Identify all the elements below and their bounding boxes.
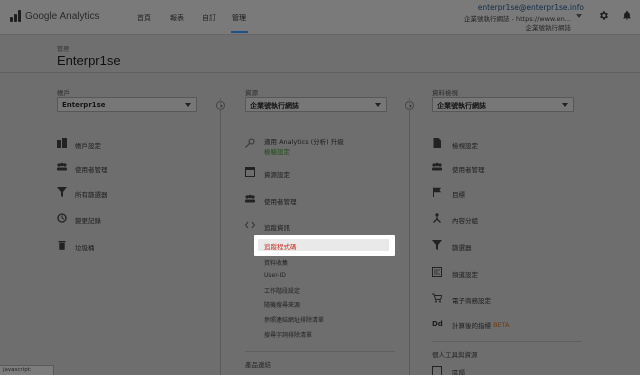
code-icon — [245, 221, 255, 229]
key-icon — [245, 138, 255, 148]
account-select[interactable]: Enterpr1se — [57, 97, 197, 112]
personal-tools-heading: 個人工具與資源 — [432, 351, 478, 359]
product-linking-heading: 產品連結 — [245, 361, 271, 369]
property-settings-icon — [245, 167, 255, 177]
gear-icon[interactable] — [598, 10, 609, 21]
tracking-code-link[interactable]: 追蹤程式碼 — [264, 241, 297, 251]
column-divider — [409, 98, 410, 375]
user-id-link[interactable]: User-ID — [264, 272, 286, 279]
google-analytics-logo[interactable]: Google Analytics — [10, 10, 100, 22]
breadcrumb: 管理 — [57, 46, 70, 53]
account-settings-link[interactable]: 帳戶設定 — [75, 140, 101, 150]
account-select-value: Enterpr1se — [62, 101, 106, 109]
section-divider — [432, 341, 582, 342]
chevron-down-icon — [562, 103, 568, 107]
calculated-metrics-label: 計算後的指標 — [452, 322, 491, 330]
view-column-heading: 資料檢視 — [432, 89, 458, 97]
calculated-metrics-link[interactable]: 計算後的指標 BETA — [452, 320, 510, 330]
property-column-heading: 資源 — [245, 89, 258, 97]
nav-reports[interactable]: 報表 — [170, 13, 184, 23]
segments-link[interactable]: 區隔 — [452, 367, 465, 375]
property-select-value: 企業號執行網誌 — [250, 102, 299, 110]
calculated-metrics-icon: Dd — [432, 320, 443, 328]
view-user-management-link[interactable]: 使用者管理 — [452, 164, 485, 174]
verify-setup-link[interactable]: 檢驗設定 — [264, 146, 290, 156]
document-icon — [433, 138, 441, 148]
column-divider — [220, 98, 221, 375]
analytics-bars-icon — [10, 10, 21, 22]
ecommerce-settings-link[interactable]: 電子商務設定 — [452, 295, 491, 305]
all-filters-link[interactable]: 所有篩選器 — [75, 189, 108, 199]
property-select[interactable]: 企業號執行網誌 — [245, 97, 387, 112]
chevron-down-icon — [185, 103, 191, 107]
flag-icon — [433, 187, 441, 197]
shopping-cart-icon — [432, 293, 442, 303]
trash-link[interactable]: 垃圾桶 — [75, 242, 95, 252]
filter-icon — [432, 240, 442, 250]
section-divider — [245, 351, 395, 352]
content-grouping-icon — [433, 213, 441, 223]
bell-icon[interactable] — [622, 10, 632, 21]
nav-admin[interactable]: 管理 — [232, 13, 246, 23]
beta-badge: BETA — [493, 321, 510, 329]
view-filters-link[interactable]: 篩選器 — [452, 242, 472, 252]
app-name: Google Analytics — [25, 10, 100, 22]
channel-settings-icon — [432, 267, 442, 277]
users-icon — [432, 162, 442, 171]
users-icon — [57, 162, 67, 171]
history-icon — [57, 213, 67, 223]
data-collection-link[interactable]: 資料收集 — [264, 258, 288, 267]
change-history-link[interactable]: 變更記錄 — [75, 215, 101, 225]
property-user-management-link[interactable]: 使用者管理 — [264, 196, 297, 206]
nav-customize[interactable]: 自訂 — [202, 13, 216, 23]
account-dropdown-caret-icon[interactable] — [576, 14, 582, 18]
nav-active-indicator — [231, 31, 248, 33]
building-icon — [57, 138, 67, 148]
view-settings-link[interactable]: 檢視設定 — [452, 140, 478, 150]
users-icon — [245, 194, 255, 203]
tracking-info-link[interactable]: 追蹤資訊 — [264, 222, 290, 232]
trash-icon — [58, 241, 66, 250]
account-column-heading: 帳戶 — [57, 89, 70, 97]
search-term-exclusion-list-link[interactable]: 搜尋字詞排除清單 — [264, 330, 312, 339]
filter-icon — [57, 187, 67, 197]
nav-home[interactable]: 首頁 — [137, 13, 151, 23]
account-view[interactable]: 企業號執行網誌 — [526, 22, 572, 32]
session-settings-link[interactable]: 工作階段設定 — [264, 286, 300, 295]
property-settings-link[interactable]: 資源設定 — [264, 169, 290, 179]
content-grouping-link[interactable]: 內容分組 — [452, 215, 478, 225]
segments-icon — [432, 366, 442, 375]
referral-exclusion-list-link[interactable]: 參照連結網址排除清單 — [264, 315, 324, 324]
view-select-value: 企業號執行網誌 — [437, 102, 486, 110]
goals-link[interactable]: 目標 — [452, 189, 465, 199]
organic-search-sources-link[interactable]: 隨機搜尋來源 — [264, 300, 300, 309]
page-title: Enterpr1se — [57, 53, 121, 68]
view-select[interactable]: 企業號執行網誌 — [432, 97, 574, 112]
account-user-management-link[interactable]: 使用者管理 — [75, 164, 108, 174]
analytics-upgrade-label: 適用 Analytics (分析) 升級 — [264, 138, 344, 146]
browser-status-bar: javascript: — [0, 365, 54, 375]
chevron-down-icon — [375, 103, 381, 107]
channel-settings-link[interactable]: 頻道設定 — [452, 269, 478, 279]
account-email[interactable]: enterpr1se@enterpr1se.info — [478, 3, 584, 12]
